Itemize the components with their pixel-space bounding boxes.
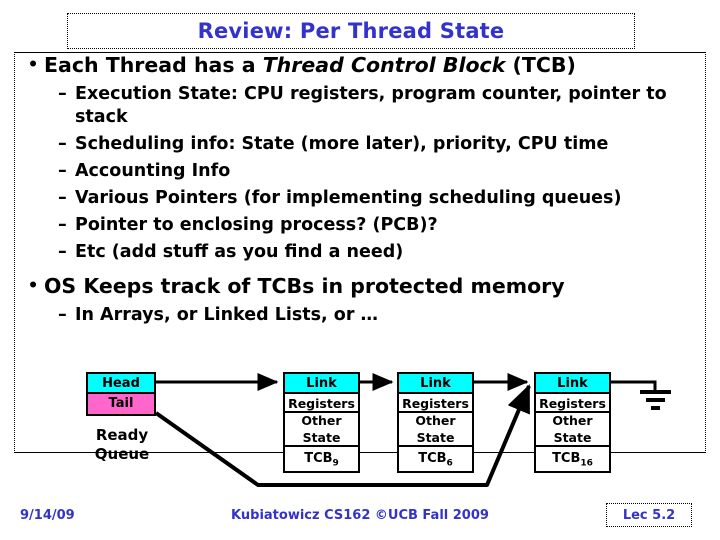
tcb-id-cell: TCB9 — [304, 451, 339, 469]
dash-marker-icon: – — [58, 134, 67, 154]
bullet-item-6: – Pointer to enclosing process? (PCB)? — [58, 214, 706, 237]
ready-queue-label-line1: Ready — [95, 426, 149, 444]
bullet-item-4-label: Accounting Info — [75, 161, 231, 181]
bullet-item-7-label: Etc (add stuff as you find a need) — [75, 242, 404, 262]
footer-lecture-box: Lec 5.2 — [606, 503, 692, 527]
bullet-item-2-label: Execution State: CPU registers, program … — [75, 84, 667, 127]
ready-queue-label: Ready Queue — [86, 426, 158, 464]
tcb-node: Link Registers Other State TCB9 — [283, 372, 360, 473]
bullet-item-3: – Scheduling info: State (more later), p… — [58, 133, 706, 156]
tcb-registers-cell: Registers — [536, 394, 609, 413]
tcb-link-cell: Link — [399, 374, 472, 394]
tcb-state-cell: State — [536, 429, 609, 447]
queue-head-tail-box: Head Tail — [86, 372, 156, 416]
dash-marker-icon: – — [58, 215, 67, 235]
dash-marker-icon: – — [58, 242, 67, 262]
bullet-item-1: • Each Thread has a Thread Control Block… — [22, 53, 706, 78]
bullet-item-2: – Execution State: CPU registers, progra… — [58, 83, 706, 129]
tcb-node: Link Registers Other State TCB16 — [534, 372, 611, 473]
queue-head-cell: Head — [88, 374, 154, 394]
tcb-id-cell: TCB16 — [552, 451, 593, 469]
tcb-state-cell: State — [399, 429, 472, 447]
tcb-id-cell: TCB6 — [418, 451, 453, 469]
bullet-item-9: – In Arrays, or Linked Lists, or … — [58, 304, 706, 327]
dash-marker-icon: – — [58, 84, 67, 104]
bullet-item-5-label: Various Pointers (for implementing sched… — [75, 188, 622, 208]
page-title: Review: Per Thread State — [197, 19, 505, 43]
bullet-item-6-label: Pointer to enclosing process? (PCB)? — [75, 215, 438, 235]
bullet-item-4: – Accounting Info — [58, 160, 706, 183]
ready-queue-label-line2: Queue — [94, 445, 150, 463]
dash-marker-icon: – — [58, 161, 67, 181]
bullet-list: • Each Thread has a Thread Control Block… — [16, 53, 706, 327]
bullet-marker-icon: • — [27, 276, 39, 296]
tcb-other-cell: Other — [552, 413, 593, 428]
tcb-link-cell: Link — [536, 374, 609, 394]
footer-lecture-number: Lec 5.2 — [622, 507, 676, 523]
bullet-item-9-label: In Arrays, or Linked Lists, or … — [75, 305, 379, 325]
tcb-other-cell: Other — [301, 413, 342, 428]
tcb-state-cell: State — [285, 429, 358, 447]
bullet-item-1-label: Each Thread has a Thread Control Block (… — [44, 53, 576, 77]
dash-marker-icon: – — [58, 305, 67, 325]
tcb-registers-cell: Registers — [285, 394, 358, 413]
tcb-node: Link Registers Other State TCB6 — [397, 372, 474, 473]
slide-title-box: Review: Per Thread State — [67, 13, 635, 49]
bullet-item-8-label: OS Keeps track of TCBs in protected memo… — [44, 274, 565, 298]
bullet-item-3-label: Scheduling info: State (more later), pri… — [75, 134, 609, 154]
bullet-item-7: – Etc (add stuff as you find a need) — [58, 241, 706, 264]
tcb-other-cell: Other — [415, 413, 456, 428]
queue-tail-cell: Tail — [88, 394, 154, 414]
tcb-registers-cell: Registers — [399, 394, 472, 413]
dash-marker-icon: – — [58, 188, 67, 208]
bullet-item-8: • OS Keeps track of TCBs in protected me… — [22, 274, 706, 299]
bullet-item-5: – Various Pointers (for implementing sch… — [58, 187, 706, 210]
tcb-link-cell: Link — [285, 374, 358, 394]
bullet-marker-icon: • — [27, 55, 39, 75]
